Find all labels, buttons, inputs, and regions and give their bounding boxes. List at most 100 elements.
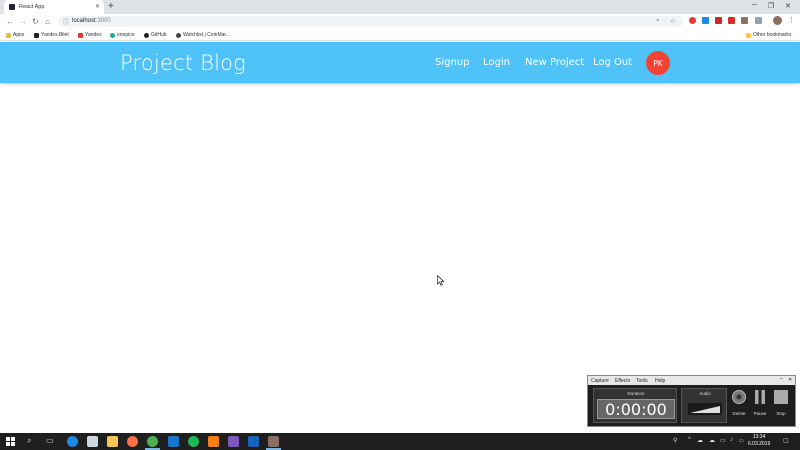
bookmark-github[interactable]: GitHub <box>144 32 167 38</box>
bookmark-other[interactable]: Other bookmarks <box>746 32 791 38</box>
tab-title: React App <box>19 4 45 10</box>
app-icon[interactable] <box>208 436 219 447</box>
reload-button[interactable]: ↻ <box>32 17 39 26</box>
bookmark-star-icon[interactable]: ☆ <box>670 17 676 25</box>
home-button[interactable]: ⌂ <box>45 17 50 26</box>
recorder-menubar: Capture Effects Tools Help – ✕ <box>588 376 795 385</box>
address-bar[interactable]: ⓘ localhost:3000 ⌕ ☆ <box>58 16 683 27</box>
notifications-icon[interactable]: ▢ <box>783 437 789 444</box>
nav-new-project-link[interactable]: New Project <box>525 57 584 68</box>
recorder-menu-help[interactable]: Help <box>655 378 665 384</box>
github-icon <box>144 32 149 38</box>
people-icon[interactable]: ⚲ <box>673 437 677 444</box>
audio-label: Audio <box>699 391 711 396</box>
volume-icon[interactable]: ♪ <box>730 437 733 443</box>
nav-logout-link[interactable]: Log Out <box>593 57 632 68</box>
system-clock[interactable]: 13:34 6.03.2019 <box>748 434 770 448</box>
restore-button[interactable]: ❐ <box>768 2 774 10</box>
yandex-icon <box>78 32 83 38</box>
app-navbar: Project Blog Signup Login New Project Lo… <box>0 42 800 83</box>
clock-date: 6.03.2019 <box>748 441 771 447</box>
file-explorer-icon[interactable] <box>107 436 118 447</box>
screen-recorder-widget: Capture Effects Tools Help – ✕ Duration … <box>587 375 796 427</box>
forward-button[interactable]: → <box>19 17 27 26</box>
close-window-button[interactable]: ✕ <box>785 2 791 10</box>
bookmark-label: onepice <box>117 32 135 38</box>
cloud-icon[interactable]: ☁ <box>697 437 703 444</box>
opera-extension-icon[interactable] <box>689 17 696 24</box>
search-icon[interactable]: ⌕ <box>27 436 31 446</box>
network-icon[interactable]: ▭ <box>720 437 726 444</box>
mouse-cursor-icon <box>437 275 445 286</box>
pause-button[interactable]: Pause <box>752 389 768 416</box>
bookmarks-bar: Apps Yandex.Bilet Yandex onepice GitHub … <box>0 29 800 41</box>
recorder-minimize-icon[interactable]: – <box>780 376 783 382</box>
bookmark-label: GitHub <box>151 32 167 38</box>
vscode-icon[interactable] <box>168 436 179 447</box>
edge-icon[interactable] <box>67 436 78 447</box>
duration-panel: Duration 0:00:00 <box>593 388 677 423</box>
bookmark-watchlist[interactable]: Watchlist | CoinMar... <box>176 32 230 38</box>
red-extension-icon[interactable] <box>715 17 722 24</box>
clock-time: 13:34 <box>752 434 766 440</box>
nav-signup-link[interactable]: Signup <box>435 57 470 68</box>
recorder-menu-tools[interactable]: Tools <box>636 378 648 384</box>
bookmark-yandex-bilet[interactable]: Yandex.Bilet <box>34 32 69 38</box>
firefox-icon[interactable] <box>127 436 138 447</box>
grey-extension-icon[interactable] <box>755 17 762 24</box>
delete-button[interactable]: Delete <box>731 389 747 416</box>
nav-login-link[interactable]: Login <box>483 57 510 68</box>
stop-label: Stop <box>776 411 786 416</box>
recorder-close-icon[interactable]: ✕ <box>788 377 792 383</box>
spotify-icon[interactable] <box>188 436 199 447</box>
mail-icon[interactable] <box>87 436 98 447</box>
pause-icon <box>755 390 765 404</box>
profile-avatar-icon[interactable] <box>773 16 782 25</box>
yandex-bilet-icon <box>34 32 39 38</box>
browser-tab-strip: React App ✕ + ─ ❐ ✕ <box>0 0 800 14</box>
iq-extension-icon[interactable] <box>702 17 709 24</box>
stop-button[interactable]: Stop <box>773 389 789 416</box>
bookmark-onepice[interactable]: onepice <box>110 32 135 38</box>
duration-label: Duration <box>627 391 645 396</box>
visual-studio-icon[interactable] <box>228 436 239 447</box>
bookmark-apps[interactable]: Apps <box>6 32 24 38</box>
stop-icon <box>774 390 788 404</box>
task-view-icon[interactable]: ▭ <box>46 436 54 445</box>
tray-chevron-icon[interactable]: ^ <box>688 437 691 443</box>
user-avatar[interactable]: PK <box>646 51 670 75</box>
recorder-menu-capture[interactable]: Capture <box>591 378 609 384</box>
bookmark-label: Other bookmarks <box>753 32 792 38</box>
save-extension-icon[interactable] <box>728 17 735 24</box>
site-info-icon[interactable]: ⓘ <box>63 17 69 26</box>
audio-panel: Audio <box>681 388 727 423</box>
onepice-icon <box>110 32 115 38</box>
folder-icon <box>746 32 751 38</box>
brown-extension-icon[interactable] <box>741 17 748 24</box>
back-button[interactable]: ← <box>6 17 14 26</box>
zoom-search-icon[interactable]: ⌕ <box>656 17 660 25</box>
brand-logo[interactable]: Project Blog <box>120 51 246 75</box>
minimize-button[interactable]: ─ <box>752 2 757 9</box>
chrome-icon[interactable] <box>147 436 158 447</box>
browser-menu-icon[interactable]: ⋮ <box>788 16 795 24</box>
recorder-body: Duration 0:00:00 Audio Delete Pause Stop <box>588 385 795 426</box>
bookmark-label: Apps <box>13 32 25 38</box>
bookmark-label: Yandex.Bilet <box>41 32 69 38</box>
onedrive-icon[interactable]: ☁ <box>709 437 715 444</box>
keyboard-icon[interactable]: ▭ <box>739 438 744 444</box>
duration-timer: 0:00:00 <box>597 399 675 419</box>
windows-start-icon[interactable] <box>6 437 15 446</box>
browser-toolbar: ← → ↻ ⌂ ⓘ localhost:3000 ⌕ ☆ <box>0 14 800 29</box>
tab-react-app[interactable]: React App ✕ <box>4 0 104 14</box>
audio-level-meter[interactable] <box>688 403 722 415</box>
bookmark-label: Yandex <box>85 32 102 38</box>
new-tab-button[interactable]: + <box>108 1 114 12</box>
recorder-menu-effects[interactable]: Effects <box>615 378 630 384</box>
coinmarket-icon <box>176 32 181 38</box>
recorder-app-icon[interactable] <box>268 436 279 447</box>
bookmark-yandex[interactable]: Yandex <box>78 32 102 38</box>
react-favicon-icon <box>9 4 15 10</box>
word-icon[interactable] <box>248 436 259 447</box>
tab-close-icon[interactable]: ✕ <box>95 3 100 10</box>
